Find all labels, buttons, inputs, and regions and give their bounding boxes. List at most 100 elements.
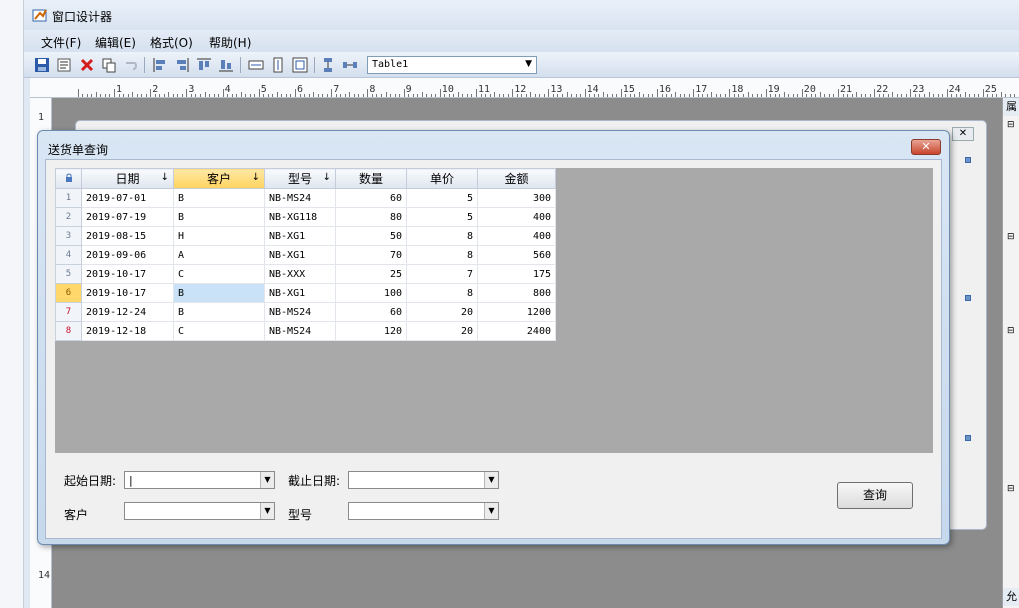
cell-unit-price[interactable]: 8 bbox=[406, 283, 478, 303]
cell-unit-price[interactable]: 5 bbox=[406, 188, 478, 208]
cell-customer[interactable]: B bbox=[173, 207, 265, 227]
collapse-icon[interactable]: ⊟ bbox=[1007, 484, 1015, 494]
column-header-model[interactable]: 型号 ↓ bbox=[264, 168, 336, 189]
cell-model[interactable]: NB-XXX bbox=[264, 264, 336, 284]
row-number[interactable]: 8 bbox=[55, 321, 82, 341]
model-combo[interactable]: ▼ bbox=[348, 502, 499, 520]
save-icon[interactable] bbox=[34, 57, 50, 73]
horizontal-spacing-icon[interactable] bbox=[342, 57, 358, 73]
table-row[interactable]: 3 2019-08-15 H NB-XG1 50 8 400 bbox=[55, 226, 556, 246]
vertical-spacing-icon[interactable] bbox=[320, 57, 336, 73]
same-height-icon[interactable] bbox=[270, 57, 286, 73]
resize-handle[interactable] bbox=[965, 157, 971, 163]
table-select[interactable]: Table1 ▼ bbox=[367, 56, 537, 74]
sort-arrow-icon[interactable]: ↓ bbox=[252, 172, 260, 183]
cell-customer[interactable]: A bbox=[173, 245, 265, 265]
cell-quantity[interactable]: 60 bbox=[335, 188, 407, 208]
column-header-unit-price[interactable]: 单价 bbox=[406, 168, 478, 189]
cell-date[interactable]: 2019-10-17 bbox=[81, 283, 174, 303]
close-icon[interactable]: ✕ bbox=[952, 127, 974, 141]
row-number[interactable]: 6 bbox=[55, 283, 82, 303]
cell-quantity[interactable]: 70 bbox=[335, 245, 407, 265]
menu-help[interactable]: 帮助(H) bbox=[209, 34, 251, 51]
collapse-icon[interactable]: ⊟ bbox=[1007, 326, 1015, 336]
customer-combo[interactable]: ▼ bbox=[124, 502, 275, 520]
cell-amount[interactable]: 560 bbox=[477, 245, 556, 265]
menu-edit[interactable]: 编辑(E) bbox=[95, 34, 136, 51]
row-number[interactable]: 1 bbox=[55, 188, 82, 208]
start-date-combo[interactable]: | ▼ bbox=[124, 471, 275, 489]
cell-unit-price[interactable]: 20 bbox=[406, 321, 478, 341]
column-header-quantity[interactable]: 数量 bbox=[335, 168, 407, 189]
chevron-down-icon[interactable]: ▼ bbox=[484, 503, 498, 519]
column-header-amount[interactable]: 金额 bbox=[477, 168, 556, 189]
chevron-down-icon[interactable]: ▼ bbox=[525, 59, 532, 69]
cell-unit-price[interactable]: 8 bbox=[406, 226, 478, 246]
cell-date[interactable]: 2019-07-01 bbox=[81, 188, 174, 208]
cell-model[interactable]: NB-XG1 bbox=[264, 245, 336, 265]
align-left-icon[interactable] bbox=[152, 57, 168, 73]
sort-arrow-icon[interactable]: ↓ bbox=[161, 172, 169, 183]
cell-customer[interactable]: B bbox=[173, 302, 265, 322]
table-row[interactable]: 2 2019-07-19 B NB-XG118 80 5 400 bbox=[55, 207, 556, 227]
resize-handle[interactable] bbox=[965, 435, 971, 441]
chevron-down-icon[interactable]: ▼ bbox=[260, 472, 274, 488]
table-row[interactable]: 8 2019-12-18 C NB-MS24 120 20 2400 bbox=[55, 321, 556, 341]
cell-model[interactable]: NB-MS24 bbox=[264, 321, 336, 341]
cell-date[interactable]: 2019-08-15 bbox=[81, 226, 174, 246]
cell-amount[interactable]: 400 bbox=[477, 207, 556, 227]
cell-customer[interactable]: H bbox=[173, 226, 265, 246]
grid-corner[interactable] bbox=[55, 168, 82, 189]
cell-amount[interactable]: 175 bbox=[477, 264, 556, 284]
cell-model[interactable]: NB-MS24 bbox=[264, 302, 336, 322]
cell-date[interactable]: 2019-12-18 bbox=[81, 321, 174, 341]
cell-customer[interactable]: C bbox=[173, 264, 265, 284]
cell-unit-price[interactable]: 7 bbox=[406, 264, 478, 284]
properties-icon[interactable] bbox=[56, 57, 72, 73]
resize-handle[interactable] bbox=[965, 295, 971, 301]
cell-quantity[interactable]: 100 bbox=[335, 283, 407, 303]
same-width-icon[interactable] bbox=[248, 57, 264, 73]
same-size-icon[interactable] bbox=[292, 57, 308, 73]
column-header-date[interactable]: 日期 ↓ bbox=[81, 168, 174, 189]
cell-customer[interactable]: B bbox=[173, 283, 265, 303]
row-number[interactable]: 3 bbox=[55, 226, 82, 246]
cell-quantity[interactable]: 60 bbox=[335, 302, 407, 322]
undo-icon[interactable] bbox=[122, 57, 138, 73]
cell-date[interactable]: 2019-12-24 bbox=[81, 302, 174, 322]
data-grid-area[interactable]: 日期 ↓ 客户 ↓ 型号 ↓ 数量 单价 金额 1 2019-07-01 B NB-MS24… bbox=[55, 168, 933, 453]
row-number[interactable]: 2 bbox=[55, 207, 82, 227]
copy-icon[interactable] bbox=[101, 57, 117, 73]
cell-date[interactable]: 2019-10-17 bbox=[81, 264, 174, 284]
collapse-icon[interactable]: ⊟ bbox=[1007, 120, 1015, 130]
cell-model[interactable]: NB-XG118 bbox=[264, 207, 336, 227]
menu-format[interactable]: 格式(O) bbox=[150, 34, 193, 51]
cell-unit-price[interactable]: 8 bbox=[406, 245, 478, 265]
menu-file[interactable]: 文件(F) bbox=[41, 34, 81, 51]
row-number[interactable]: 4 bbox=[55, 245, 82, 265]
align-top-icon[interactable] bbox=[196, 57, 212, 73]
cell-quantity[interactable]: 120 bbox=[335, 321, 407, 341]
collapse-icon[interactable]: ⊟ bbox=[1007, 232, 1015, 242]
data-grid[interactable]: 日期 ↓ 客户 ↓ 型号 ↓ 数量 单价 金额 1 2019-07-01 B NB-MS24… bbox=[55, 168, 556, 341]
cell-model[interactable]: NB-MS24 bbox=[264, 188, 336, 208]
cell-amount[interactable]: 1200 bbox=[477, 302, 556, 322]
align-bottom-icon[interactable] bbox=[218, 57, 234, 73]
cell-model[interactable]: NB-XG1 bbox=[264, 283, 336, 303]
chevron-down-icon[interactable]: ▼ bbox=[484, 472, 498, 488]
table-row[interactable]: 6 2019-10-17 B NB-XG1 100 8 800 bbox=[55, 283, 556, 303]
query-button[interactable]: 查询 bbox=[837, 482, 913, 509]
cell-customer[interactable]: C bbox=[173, 321, 265, 341]
column-header-customer[interactable]: 客户 ↓ bbox=[173, 168, 265, 189]
cell-amount[interactable]: 300 bbox=[477, 188, 556, 208]
sort-arrow-icon[interactable]: ↓ bbox=[323, 172, 331, 183]
row-number[interactable]: 5 bbox=[55, 264, 82, 284]
cell-amount[interactable]: 800 bbox=[477, 283, 556, 303]
align-right-icon[interactable] bbox=[174, 57, 190, 73]
cell-quantity[interactable]: 25 bbox=[335, 264, 407, 284]
table-row[interactable]: 7 2019-12-24 B NB-MS24 60 20 1200 bbox=[55, 302, 556, 322]
cell-quantity[interactable]: 80 bbox=[335, 207, 407, 227]
delete-icon[interactable] bbox=[79, 57, 95, 73]
table-row[interactable]: 5 2019-10-17 C NB-XXX 25 7 175 bbox=[55, 264, 556, 284]
table-row[interactable]: 4 2019-09-06 A NB-XG1 70 8 560 bbox=[55, 245, 556, 265]
